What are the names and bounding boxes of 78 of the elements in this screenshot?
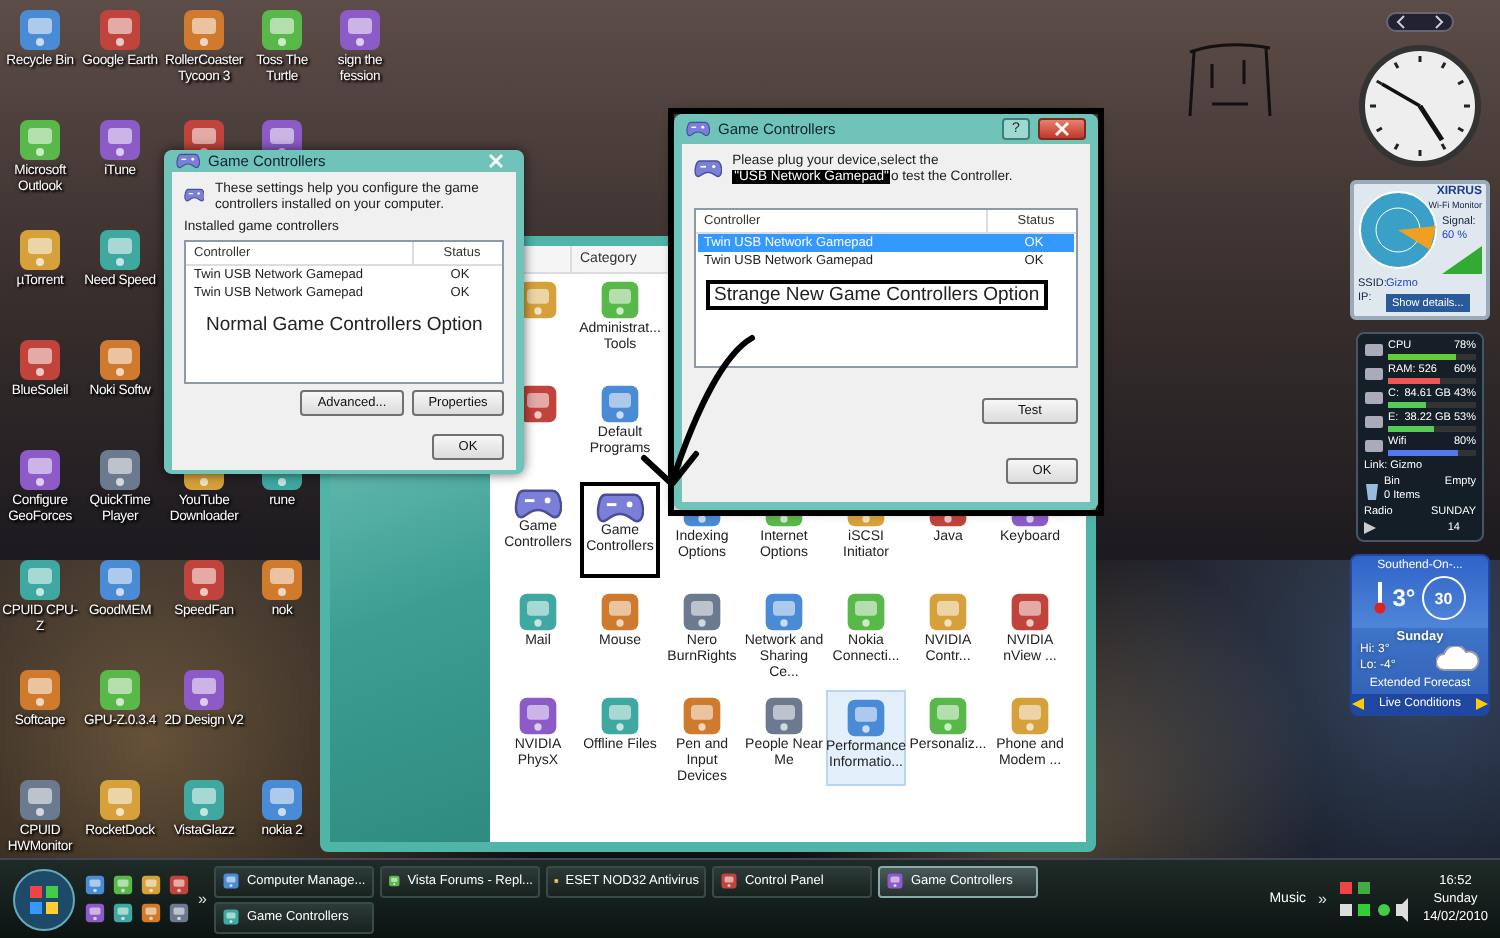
close-icon xyxy=(488,154,504,168)
program-icon xyxy=(16,776,64,824)
gadget-controls-drawing xyxy=(1386,12,1454,32)
program-icon xyxy=(180,776,228,824)
analog-clock-icon xyxy=(1358,44,1482,168)
program-icon xyxy=(16,666,64,714)
program-icon xyxy=(16,6,64,54)
program-icon xyxy=(16,336,64,384)
annotation-text: Strange New Game Controllers Option xyxy=(706,280,1048,310)
program-icon xyxy=(1008,694,1052,738)
program-icon xyxy=(926,694,970,738)
tray-overflow-button[interactable]: » xyxy=(1318,890,1327,908)
tray-icons-drawing xyxy=(1338,877,1411,921)
program-icon xyxy=(96,446,144,494)
program-icon xyxy=(516,694,560,738)
gamepad-icon xyxy=(694,154,723,182)
quick-launch-icon xyxy=(112,902,134,924)
program-icon xyxy=(180,6,228,54)
gamepad-icon xyxy=(176,152,200,170)
gamepad-icon xyxy=(686,120,710,138)
program-icon xyxy=(96,556,144,604)
window-icon xyxy=(720,872,739,890)
close-icon xyxy=(1054,122,1070,136)
program-icon xyxy=(16,556,64,604)
overflow-button[interactable]: » xyxy=(198,890,207,908)
program-icon xyxy=(598,278,642,322)
program-icon xyxy=(1008,590,1052,634)
program-icon xyxy=(258,6,306,54)
program-icon xyxy=(598,590,642,634)
thermometer-icon xyxy=(1374,582,1387,614)
program-icon xyxy=(516,590,560,634)
program-icon xyxy=(16,116,64,164)
close-button[interactable] xyxy=(1038,118,1086,140)
play-icon xyxy=(1364,522,1376,534)
gamepad-icon xyxy=(514,486,562,520)
quick-launch-icon xyxy=(84,874,106,896)
right-arrow-icon xyxy=(1476,698,1488,710)
start-button[interactable] xyxy=(12,867,76,931)
program-icon xyxy=(96,226,144,274)
program-icon xyxy=(258,556,306,604)
left-arrow-icon xyxy=(1352,698,1364,710)
program-icon xyxy=(844,590,888,634)
quick-launch-icon xyxy=(112,874,134,896)
program-icon xyxy=(926,590,970,634)
recycle-bin-icon xyxy=(1364,479,1380,499)
window-icon xyxy=(388,872,402,890)
program-icon xyxy=(598,382,642,426)
temperature-text: 3° xyxy=(1392,584,1416,612)
program-icon xyxy=(598,694,642,738)
program-icon xyxy=(180,556,228,604)
program-icon xyxy=(258,776,306,824)
window-icon xyxy=(886,872,905,890)
program-icon xyxy=(96,116,144,164)
program-icon xyxy=(180,666,228,714)
program-icon xyxy=(96,776,144,824)
quick-launch-icon xyxy=(168,902,190,924)
program-icon xyxy=(96,666,144,714)
program-icon xyxy=(96,6,144,54)
quick-launch-icon xyxy=(140,874,162,896)
wind-speed: 30 xyxy=(1421,576,1466,620)
quick-launch-icon xyxy=(84,902,106,924)
window-icon xyxy=(222,908,241,926)
window-icon xyxy=(222,872,241,890)
program-icon xyxy=(680,590,724,634)
quick-launch-icon xyxy=(140,902,162,924)
signal-strength-icon xyxy=(1442,246,1482,274)
program-icon xyxy=(336,6,384,54)
program-icon xyxy=(16,226,64,274)
annotation-text: Normal Game Controllers Option xyxy=(206,314,483,336)
program-icon xyxy=(16,446,64,494)
gamepad-icon xyxy=(596,490,644,524)
quick-launch-icon xyxy=(168,874,190,896)
program-icon xyxy=(96,336,144,384)
program-icon xyxy=(680,694,724,738)
program-icon xyxy=(762,694,806,738)
program-icon xyxy=(762,590,806,634)
cloud-icon xyxy=(1436,645,1480,671)
program-icon xyxy=(844,696,888,740)
